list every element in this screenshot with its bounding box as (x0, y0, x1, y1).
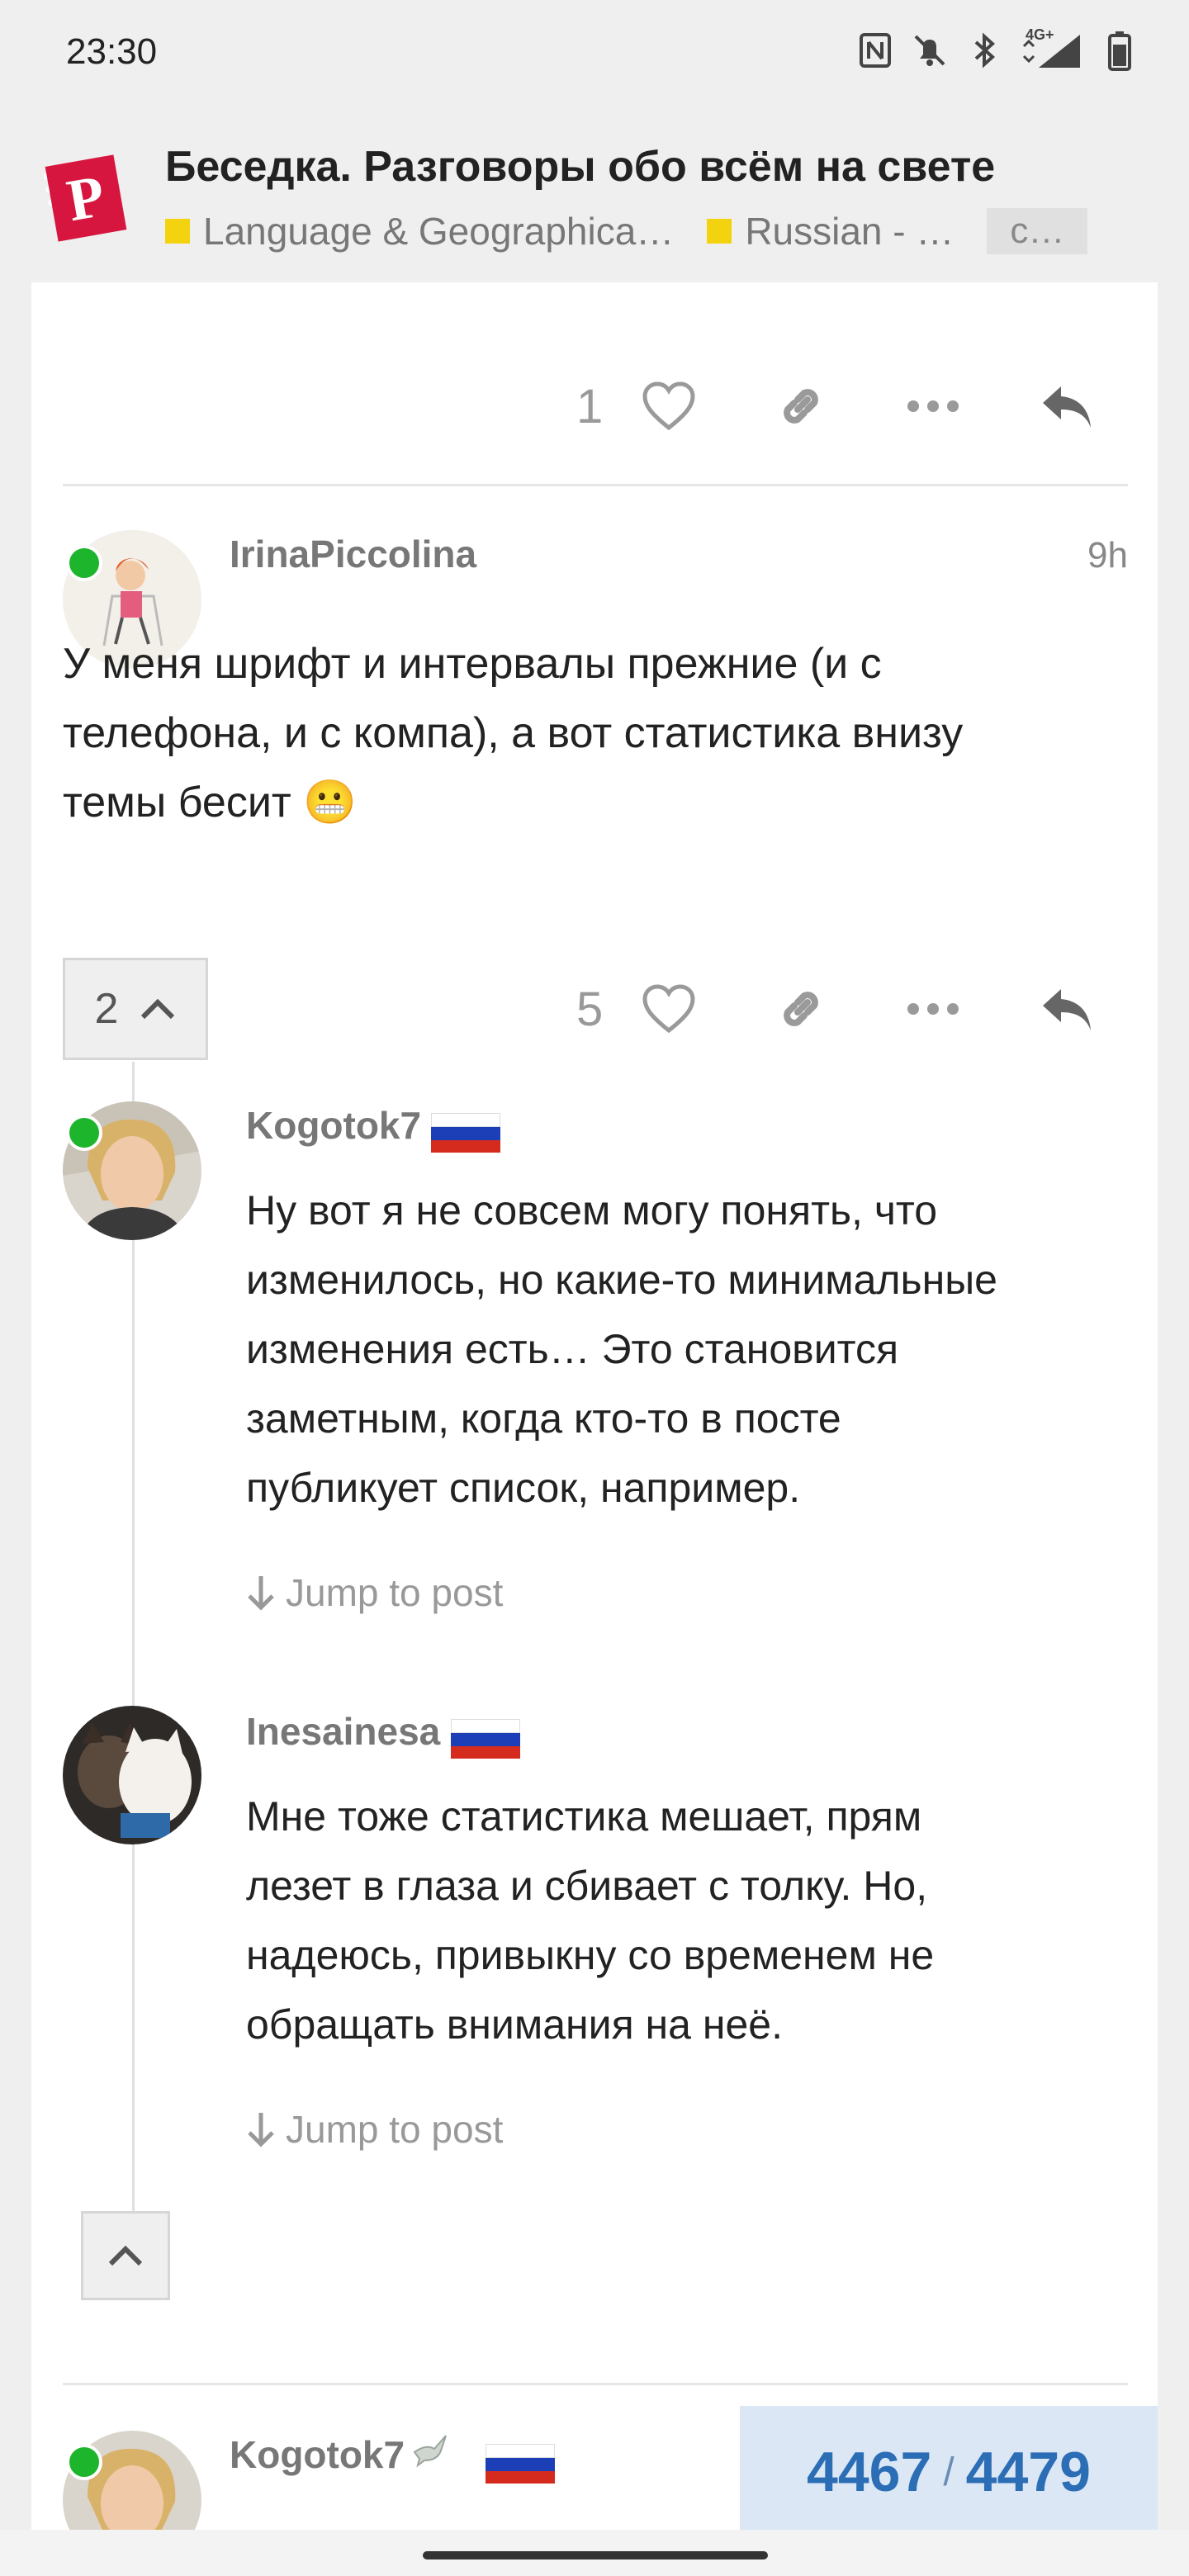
reply-body-line: обращать внимания на неё. (246, 2001, 783, 2048)
post-body: У меня шрифт и интервалы прежние (и с те… (63, 629, 1136, 837)
dove-icon (410, 2427, 451, 2473)
reply-button[interactable] (1032, 372, 1101, 441)
reply-icon (1043, 989, 1091, 1030)
jump-to-post-link[interactable]: Jump to post (244, 2107, 503, 2152)
post-body-line: телефона, и с компа), а вот статистика в… (63, 709, 964, 757)
link-icon (784, 389, 818, 424)
progress-separator: / (943, 2450, 955, 2494)
reply-body-line: надеюсь, привыкну со временем не (246, 1932, 935, 1978)
heart-icon (642, 984, 695, 1034)
site-logo[interactable]: P (43, 152, 129, 244)
like-button[interactable] (634, 372, 703, 441)
post-time[interactable]: 9h (1087, 535, 1128, 576)
topic-progress-indicator[interactable]: 4467 / 4479 (740, 2406, 1158, 2538)
reply-body-line: изменилось, но какие-то минимальные (246, 1257, 997, 1303)
4g-signal-icon: 4G+ (1021, 26, 1083, 73)
russia-flag-icon (431, 1113, 500, 1153)
post-like-count[interactable]: 5 (576, 968, 603, 1050)
post-divider (63, 484, 1128, 486)
post-stream: 1 IrinaPiccolina 9h У меня шрифт и интер… (31, 282, 1158, 2569)
top-like-count[interactable]: 1 (576, 365, 603, 447)
copy-link-button[interactable] (766, 974, 836, 1044)
progress-current: 4467 (807, 2441, 932, 2503)
avatar[interactable] (63, 1706, 201, 1844)
chevron-up-icon (141, 998, 175, 1020)
chevron-up-icon (108, 2245, 143, 2266)
topic-title[interactable]: Беседка. Разговоры обо всём на свете (165, 142, 995, 192)
category-link-russian[interactable]: Russian - … (707, 209, 954, 253)
reply-body-line: Мне тоже статистика мешает, прям (246, 1793, 922, 1840)
reply-body-line: лезет в глаза и сбивает с толку. Но, (246, 1863, 928, 1909)
reply-button[interactable] (1032, 974, 1101, 1044)
reply-body-line: изменения есть… Это становится (246, 1326, 899, 1372)
reply-icon (1043, 386, 1091, 428)
collapse-replies-button[interactable] (81, 2211, 170, 2300)
category-color-swatch (165, 219, 190, 244)
home-gesture-handle[interactable] (423, 2551, 768, 2559)
category-color-swatch (707, 219, 732, 244)
status-icons: 4G+ (857, 26, 1138, 73)
tag-more-chip[interactable]: c… (987, 208, 1088, 254)
network-label: 4G+ (1026, 26, 1054, 43)
online-indicator (66, 2444, 102, 2480)
jump-to-post-link[interactable]: Jump to post (244, 1570, 503, 1615)
russia-flag-icon (451, 1719, 520, 1759)
arrow-down-icon (248, 2113, 274, 2147)
progress-total: 4479 (965, 2441, 1091, 2503)
do-not-disturb-icon (912, 28, 948, 73)
heart-icon (642, 381, 695, 431)
arrow-down-icon (248, 1576, 274, 1611)
like-button[interactable] (634, 974, 703, 1044)
reply-thread-line (132, 1062, 135, 2251)
reply-username[interactable]: Kogotok7 (246, 1103, 421, 1148)
reply-body-line: Ну вот я не совсем могу понять, что (246, 1187, 938, 1234)
reply-body-line: публикует список, например. (246, 1465, 801, 1511)
copy-link-button[interactable] (766, 372, 836, 441)
more-actions-button[interactable] (898, 974, 968, 1044)
bluetooth-icon (966, 28, 1002, 73)
category-link-language[interactable]: Language & Geographica… (165, 209, 674, 253)
show-replies-button[interactable]: 2 (63, 958, 208, 1060)
russia-flag-icon (486, 2444, 555, 2484)
more-actions-button[interactable] (898, 372, 968, 441)
topic-header: P Беседка. Разговоры обо всём на свете L… (0, 107, 1189, 281)
reply-body: Ну вот я не совсем могу понять, что изме… (246, 1176, 1146, 1522)
post-username[interactable]: Kogotok7 (230, 2432, 405, 2477)
replies-count: 2 (94, 985, 119, 1033)
jump-to-post-label: Jump to post (286, 1571, 504, 1614)
reply-body: Мне тоже статистика мешает, прям лезет в… (246, 1782, 1146, 2059)
breadcrumb: Language & Geographica… Russian - … c… (165, 208, 1088, 254)
post-divider (63, 2383, 1128, 2385)
status-bar: 23:30 4G+ (0, 0, 1189, 107)
jump-to-post-label: Jump to post (286, 2108, 504, 2151)
battery-icon (1101, 28, 1138, 73)
post-body-line: У меня шрифт и интервалы прежние (и с (63, 640, 882, 688)
post-username[interactable]: IrinaPiccolina (230, 532, 476, 576)
nfc-icon (857, 28, 893, 73)
link-icon (784, 992, 818, 1026)
reply-body-line: заметным, когда кто-то в посте (246, 1395, 841, 1442)
reply-username[interactable]: Inesainesa (246, 1709, 440, 1754)
ellipsis-icon (907, 1003, 959, 1015)
category-label: Russian - … (745, 210, 955, 253)
ellipsis-icon (907, 400, 959, 412)
online-indicator (66, 545, 102, 581)
online-indicator (66, 1115, 102, 1151)
status-time: 23:30 (66, 31, 158, 72)
category-label: Language & Geographica… (203, 210, 675, 253)
post-body-line: темы бесит 😬 (63, 779, 357, 826)
